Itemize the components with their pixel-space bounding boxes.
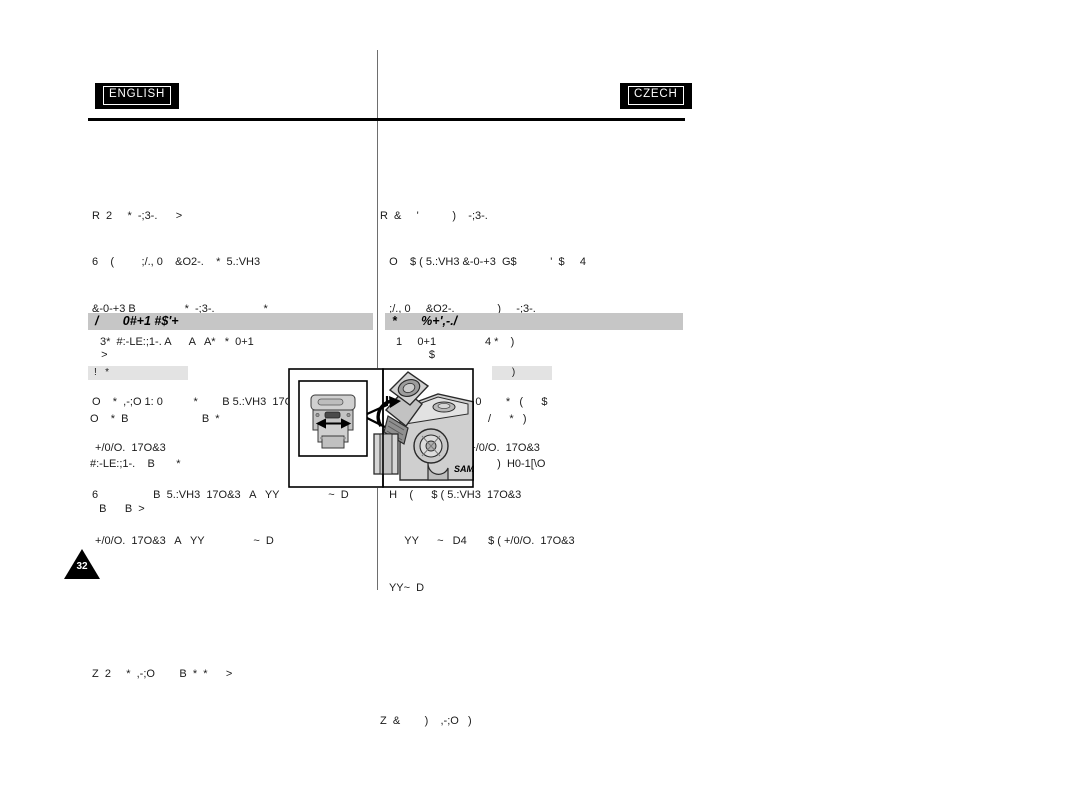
language-tab-czech-label: CZECH bbox=[628, 86, 684, 105]
english-section-subline: 3* #:-LE:;1-. A A A* * 0+1 bbox=[100, 336, 254, 348]
english-paragraph-2: Z 2 * ,-;O B * * > bbox=[92, 636, 374, 714]
text-line: #:-LE:;1-. B * bbox=[90, 458, 181, 470]
text-line: YY~ D bbox=[380, 581, 425, 594]
english-note-body: O * B B * #:-LE:;1-. B * B B > bbox=[90, 382, 220, 547]
text-line: R & ' ) -;3-. bbox=[380, 209, 488, 222]
text-line: 6 ( ;/., 0 &O2-. * 5.:VH3 bbox=[92, 256, 261, 268]
language-tab-english-label: ENGLISH bbox=[103, 86, 172, 105]
brand-mark: SAM bbox=[454, 464, 474, 474]
header-rule bbox=[88, 118, 685, 121]
text-line: B B > bbox=[90, 503, 145, 515]
language-tab-english: ENGLISH bbox=[95, 83, 180, 109]
czech-section-heading: * %+',-./ bbox=[385, 313, 683, 330]
text-line: > bbox=[92, 349, 108, 361]
column-divider bbox=[377, 50, 378, 590]
language-tab-czech: CZECH bbox=[620, 83, 692, 109]
text-line: Z & ) ,-;O ) bbox=[380, 714, 472, 727]
czech-note-label: ) bbox=[492, 366, 552, 380]
english-note-label: ! * bbox=[88, 366, 188, 380]
text-line: $ bbox=[380, 349, 436, 361]
text-line: Z 2 * ,-;O B * * > bbox=[92, 668, 233, 680]
text-line: R 2 * -;3-. > bbox=[92, 209, 183, 222]
camcorder-viewfinder-illustration: SAM bbox=[288, 368, 474, 488]
czech-note-body: / * ) ) H0-1[\O bbox=[488, 382, 545, 502]
text-line: YY ~ D4 $ ( +/0/O. 17O&3 bbox=[380, 535, 575, 547]
page-number-badge: 32 bbox=[64, 549, 100, 579]
english-section-heading: / 0#+1 #$'+ bbox=[88, 313, 373, 330]
text-line: ) H0-1[\O bbox=[488, 458, 546, 470]
text-line: O * B B * bbox=[90, 413, 220, 425]
text-line: O $ ( 5.:VH3 &-0-+3 G$ ' $ 4 bbox=[380, 256, 586, 268]
document-page: ENGLISH CZECH R 2 * -;3-. > 6 ( ;/., 0 &… bbox=[0, 0, 1080, 763]
page-number-text: 32 bbox=[76, 561, 88, 572]
czech-section-subline: 1 0+1 4 * ) bbox=[396, 336, 515, 348]
czech-paragraph-2: Z & ) ,-;O ) bbox=[380, 683, 680, 761]
text-line: / * ) bbox=[488, 413, 527, 425]
